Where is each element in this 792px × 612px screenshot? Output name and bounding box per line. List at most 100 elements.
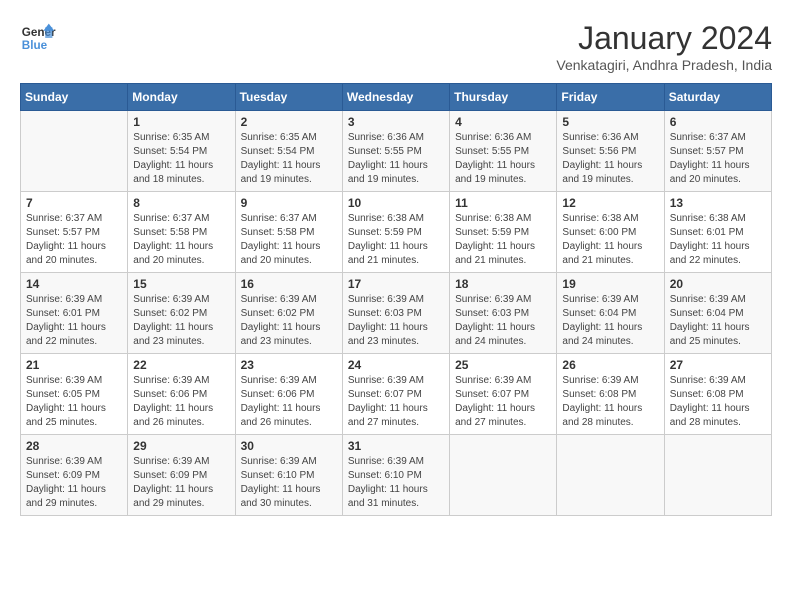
day-info: Sunrise: 6:35 AMSunset: 5:54 PMDaylight:… [133, 131, 229, 187]
day-number: 14 [26, 277, 122, 291]
day-info: Sunrise: 6:38 AMSunset: 5:59 PMDaylight:… [455, 212, 551, 268]
day-info: Sunrise: 6:39 AMSunset: 6:06 PMDaylight:… [133, 374, 229, 430]
week-row: 1 Sunrise: 6:35 AMSunset: 5:54 PMDaylight… [21, 111, 772, 192]
day-info: Sunrise: 6:39 AMSunset: 6:05 PMDaylight:… [26, 374, 122, 430]
day-info: Sunrise: 6:39 AMSunset: 6:07 PMDaylight:… [348, 374, 444, 430]
calendar-cell: 31 Sunrise: 6:39 AMSunset: 6:10 PMDayligh… [342, 435, 449, 516]
day-number: 20 [670, 277, 766, 291]
day-number: 5 [562, 115, 658, 129]
calendar-cell: 3 Sunrise: 6:36 AMSunset: 5:55 PMDaylight… [342, 111, 449, 192]
calendar-cell: 20 Sunrise: 6:39 AMSunset: 6:04 PMDayligh… [664, 273, 771, 354]
calendar-cell: 24Sunrise: 6:39 AMSunset: 6:07 PMDayligh… [342, 354, 449, 435]
location-subtitle: Venkatagiri, Andhra Pradesh, India [556, 57, 772, 73]
day-number: 22 [133, 358, 229, 372]
day-number: 7 [26, 196, 122, 210]
day-info: Sunrise: 6:39 AMSunset: 6:04 PMDaylight:… [562, 293, 658, 349]
week-row: 14 Sunrise: 6:39 AMSunset: 6:01 PMDayligh… [21, 273, 772, 354]
day-number: 19 [562, 277, 658, 291]
day-info: Sunrise: 6:39 AMSunset: 6:08 PMDaylight:… [670, 374, 766, 430]
calendar-cell: 23 Sunrise: 6:39 AMSunset: 6:06 PMDayligh… [235, 354, 342, 435]
day-info: Sunrise: 6:36 AMSunset: 5:56 PMDaylight:… [562, 131, 658, 187]
month-title: January 2024 [556, 20, 772, 57]
calendar-cell: 27Sunrise: 6:39 AMSunset: 6:08 PMDayligh… [664, 354, 771, 435]
day-info: Sunrise: 6:39 AMSunset: 6:03 PMDaylight:… [455, 293, 551, 349]
day-info: Sunrise: 6:39 AMSunset: 6:02 PMDaylight:… [241, 293, 337, 349]
day-number: 31 [348, 439, 444, 453]
day-number: 18 [455, 277, 551, 291]
day-number: 30 [241, 439, 337, 453]
day-info: Sunrise: 6:36 AMSunset: 5:55 PMDaylight:… [348, 131, 444, 187]
day-number: 29 [133, 439, 229, 453]
calendar-cell: 26Sunrise: 6:39 AMSunset: 6:08 PMDayligh… [557, 354, 664, 435]
calendar-cell: 17 Sunrise: 6:39 AMSunset: 6:03 PMDayligh… [342, 273, 449, 354]
day-number: 12 [562, 196, 658, 210]
calendar-cell: 21 Sunrise: 6:39 AMSunset: 6:05 PMDayligh… [21, 354, 128, 435]
day-number: 8 [133, 196, 229, 210]
day-header: Sunday [21, 84, 128, 111]
day-number: 3 [348, 115, 444, 129]
day-info: Sunrise: 6:39 AMSunset: 6:04 PMDaylight:… [670, 293, 766, 349]
day-number: 25 [455, 358, 551, 372]
calendar-cell: 25 Sunrise: 6:39 AMSunset: 6:07 PMDayligh… [450, 354, 557, 435]
week-row: 7 Sunrise: 6:37 AMSunset: 5:57 PMDaylight… [21, 192, 772, 273]
day-info: Sunrise: 6:38 AMSunset: 6:01 PMDaylight:… [670, 212, 766, 268]
calendar-cell: 14 Sunrise: 6:39 AMSunset: 6:01 PMDayligh… [21, 273, 128, 354]
day-info: Sunrise: 6:37 AMSunset: 5:57 PMDaylight:… [670, 131, 766, 187]
day-info: Sunrise: 6:39 AMSunset: 6:09 PMDaylight:… [26, 455, 122, 511]
day-number: 26 [562, 358, 658, 372]
day-info: Sunrise: 6:39 AMSunset: 6:06 PMDaylight:… [241, 374, 337, 430]
day-info: Sunrise: 6:39 AMSunset: 6:10 PMDaylight:… [348, 455, 444, 511]
calendar-cell [557, 435, 664, 516]
calendar-cell: 12 Sunrise: 6:38 AMSunset: 6:00 PMDayligh… [557, 192, 664, 273]
day-number: 15 [133, 277, 229, 291]
day-header: Wednesday [342, 84, 449, 111]
day-header: Saturday [664, 84, 771, 111]
calendar-cell: 4 Sunrise: 6:36 AMSunset: 5:55 PMDaylight… [450, 111, 557, 192]
calendar-cell: 13Sunrise: 6:38 AMSunset: 6:01 PMDayligh… [664, 192, 771, 273]
calendar-cell: 8 Sunrise: 6:37 AMSunset: 5:58 PMDaylight… [128, 192, 235, 273]
calendar-cell: 7 Sunrise: 6:37 AMSunset: 5:57 PMDaylight… [21, 192, 128, 273]
day-info: Sunrise: 6:39 AMSunset: 6:02 PMDaylight:… [133, 293, 229, 349]
calendar-cell: 28Sunrise: 6:39 AMSunset: 6:09 PMDayligh… [21, 435, 128, 516]
calendar-cell: 22 Sunrise: 6:39 AMSunset: 6:06 PMDayligh… [128, 354, 235, 435]
day-number: 10 [348, 196, 444, 210]
day-number: 9 [241, 196, 337, 210]
day-header: Friday [557, 84, 664, 111]
day-info: Sunrise: 6:39 AMSunset: 6:01 PMDaylight:… [26, 293, 122, 349]
page-header: General Blue January 2024 Venkatagiri, A… [20, 20, 772, 73]
day-header: Thursday [450, 84, 557, 111]
logo-icon: General Blue [20, 20, 56, 56]
day-info: Sunrise: 6:35 AMSunset: 5:54 PMDaylight:… [241, 131, 337, 187]
svg-text:Blue: Blue [22, 39, 48, 52]
calendar-cell: 30 Sunrise: 6:39 AMSunset: 6:10 PMDayligh… [235, 435, 342, 516]
day-number: 4 [455, 115, 551, 129]
day-info: Sunrise: 6:39 AMSunset: 6:10 PMDaylight:… [241, 455, 337, 511]
calendar-cell: 18 Sunrise: 6:39 AMSunset: 6:03 PMDayligh… [450, 273, 557, 354]
day-number: 16 [241, 277, 337, 291]
day-info: Sunrise: 6:37 AMSunset: 5:58 PMDaylight:… [241, 212, 337, 268]
calendar-cell: 6Sunrise: 6:37 AMSunset: 5:57 PMDaylight… [664, 111, 771, 192]
day-number: 21 [26, 358, 122, 372]
calendar-cell: 5 Sunrise: 6:36 AMSunset: 5:56 PMDaylight… [557, 111, 664, 192]
calendar-cell: 16 Sunrise: 6:39 AMSunset: 6:02 PMDayligh… [235, 273, 342, 354]
logo: General Blue [20, 20, 56, 56]
calendar-table: SundayMondayTuesdayWednesdayThursdayFrid… [20, 83, 772, 516]
calendar-cell: 2 Sunrise: 6:35 AMSunset: 5:54 PMDaylight… [235, 111, 342, 192]
week-row: 21 Sunrise: 6:39 AMSunset: 6:05 PMDayligh… [21, 354, 772, 435]
day-info: Sunrise: 6:38 AMSunset: 5:59 PMDaylight:… [348, 212, 444, 268]
day-info: Sunrise: 6:36 AMSunset: 5:55 PMDaylight:… [455, 131, 551, 187]
day-number: 1 [133, 115, 229, 129]
calendar-cell: 15 Sunrise: 6:39 AMSunset: 6:02 PMDayligh… [128, 273, 235, 354]
day-info: Sunrise: 6:39 AMSunset: 6:07 PMDaylight:… [455, 374, 551, 430]
day-info: Sunrise: 6:38 AMSunset: 6:00 PMDaylight:… [562, 212, 658, 268]
day-number: 23 [241, 358, 337, 372]
calendar-cell: 29 Sunrise: 6:39 AMSunset: 6:09 PMDayligh… [128, 435, 235, 516]
calendar-cell: 11Sunrise: 6:38 AMSunset: 5:59 PMDayligh… [450, 192, 557, 273]
day-number: 2 [241, 115, 337, 129]
header-row: SundayMondayTuesdayWednesdayThursdayFrid… [21, 84, 772, 111]
day-info: Sunrise: 6:37 AMSunset: 5:57 PMDaylight:… [26, 212, 122, 268]
day-info: Sunrise: 6:39 AMSunset: 6:03 PMDaylight:… [348, 293, 444, 349]
day-number: 17 [348, 277, 444, 291]
day-info: Sunrise: 6:37 AMSunset: 5:58 PMDaylight:… [133, 212, 229, 268]
day-info: Sunrise: 6:39 AMSunset: 6:09 PMDaylight:… [133, 455, 229, 511]
